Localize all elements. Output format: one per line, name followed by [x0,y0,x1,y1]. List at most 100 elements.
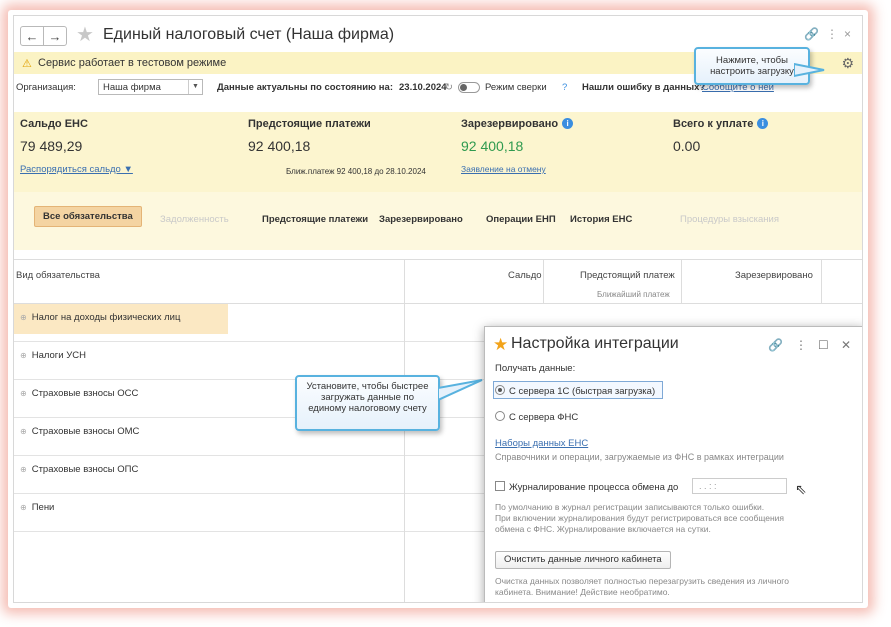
logging-hint-1: По умолчанию в журнал регистрации записы… [495,502,765,512]
callout-arrow [438,379,483,402]
tab-all-obligations[interactable]: Все обязательства [34,206,142,227]
link-icon[interactable]: 🔗 [768,338,783,352]
close-icon[interactable]: × [844,27,851,41]
gear-callout: Нажмите, чтобы настроить загрузку [694,47,810,85]
row-label: Страховые взносы ОМС [31,426,140,437]
table-header: Вид обязательства Сальдо Предстоящий пла… [14,259,862,304]
col-upcoming[interactable]: Предстоящий платеж [580,270,675,281]
upcoming-block: Предстоящие платежи 92 400,18 Ближ.плате… [248,118,426,177]
more-icon[interactable]: ⋮ [795,338,807,352]
radio-icon[interactable] [495,411,505,421]
arrow-left-icon: ← [25,28,39,44]
upcoming-note: Ближ.платеж 92 400,18 до 28.10.2024 [286,167,426,176]
logging-label: Журналирование процесса обмена до [509,482,679,493]
star-icon[interactable]: ★ [493,335,508,355]
test-mode-text: Сервис работает в тестовом режиме [38,57,227,69]
org-label: Организация: [16,82,76,93]
close-icon[interactable]: ✕ [841,338,851,352]
tabs-bar: Все обязательства Задолженность Предстоя… [14,192,862,250]
total-value: 0.00 [673,138,701,154]
tab-enp-operations[interactable]: Операции ЕНП [486,210,556,229]
reserved-title: Зарезервировано [461,118,559,130]
maximize-icon[interactable]: ☐ [818,338,829,352]
expand-icon[interactable]: ⊕ [20,427,27,436]
server-callout: Установите, чтобы быстрее загружать данн… [295,375,440,431]
link-icon[interactable]: 🔗 [804,27,819,41]
col-obligation-type[interactable]: Вид обязательства [16,270,100,281]
org-select[interactable]: Наша фирма ▼ [98,79,203,95]
radio-selected-icon[interactable] [495,385,505,395]
clear-cabinet-button[interactable]: Очистить данные личного кабинета [495,551,671,569]
warning-icon: ⚠ [22,58,32,70]
more-icon[interactable]: ⋮ [826,27,838,41]
data-actual-label: Данные актуальны по состоянию на: [217,82,393,93]
error-text: Нашли ошибку в данных? [582,82,706,93]
tab-reserved[interactable]: Зарезервировано [379,210,463,229]
row-label: Налоги УСН [31,350,86,361]
row-label: Налог на доходы физических лиц [31,312,181,323]
col-balance[interactable]: Сальдо [508,270,542,281]
upcoming-value: 92 400,18 [248,138,311,154]
integration-settings-dialog: ★ Настройка интеграции 🔗 ⋮ ☐ ✕ Получать … [484,326,862,602]
summary-panel: Сальдо ЕНС 79 489,29 Распорядиться сальд… [14,112,862,192]
back-button[interactable]: ← [20,26,44,46]
data-actual-date: 23.10.2024 [399,82,447,93]
expand-icon[interactable]: ⊕ [20,351,27,360]
info-icon[interactable]: i [757,118,769,129]
logging-hint-3: обмена с ФНС. Журналирование включается … [495,524,711,534]
upcoming-title: Предстоящие платежи [248,118,371,130]
help-icon[interactable]: ? [562,82,567,93]
row-label: Страховые взносы ОПС [31,464,139,475]
option-fns-label: С сервера ФНС [509,412,579,423]
tab-upcoming-payments[interactable]: Предстоящие платежи [262,210,368,229]
reserved-value: 92 400,18 [461,138,524,154]
row-label: Страховые взносы ОСС [31,388,139,399]
refresh-icon[interactable]: ↻ [445,82,453,93]
logging-option[interactable]: Журналирование процесса обмена до [495,481,678,493]
arrow-right-icon: → [48,28,62,44]
reconciliation-label: Режим сверки [485,82,547,93]
tab-collection-procedures: Процедуры взыскания [680,214,779,225]
balance-block: Сальдо ЕНС 79 489,29 Распорядиться сальд… [20,118,133,175]
datasets-link[interactable]: Наборы данных ЕНС [495,438,588,449]
reserved-block: Зарезервировано i 92 400,18 Заявление на … [461,118,574,175]
main-window: ← → ★ Единый налоговый счет (Наша фирма)… [13,15,863,603]
dialog-title: Настройка интеграции [511,335,679,352]
gear-callout-text: Нажмите, чтобы настроить загрузку [710,55,794,77]
cancel-application-link[interactable]: Заявление на отмену [461,164,546,174]
total-block: Всего к уплате i 0.00 [673,118,769,154]
server-callout-text: Установите, чтобы быстрее загружать данн… [306,381,429,414]
gear-icon[interactable]: ⚙ [841,55,854,72]
mouse-cursor-icon: ⇖ [795,481,807,497]
expand-icon[interactable]: ⊕ [20,389,27,398]
org-select-value: Наша фирма [103,82,161,93]
clear-hint-1: Очистка данных позволяет полностью перез… [495,576,789,586]
checkbox-icon[interactable] [495,481,505,491]
expand-icon[interactable]: ⊕ [20,465,27,474]
col-upcoming-sub: Ближайший платеж [597,290,670,299]
logging-datetime-input[interactable]: . . : : [692,478,787,494]
tab-ens-history[interactable]: История ЕНС [570,210,632,229]
tab-debt: Задолженность [160,214,229,225]
option-1c-label: С сервера 1С (быстрая загрузка) [509,386,656,397]
receive-label: Получать данные: [495,363,576,374]
expand-icon[interactable]: ⊕ [20,503,27,512]
logging-hint-2: При включении журналирования будут регис… [495,513,785,523]
clear-hint-2: кабинета. Внимание! Действие необратимо. [495,587,670,597]
info-icon[interactable]: i [562,118,574,129]
balance-action-link[interactable]: Распорядиться сальдо ▼ [20,164,133,175]
forward-button[interactable]: → [43,26,67,46]
expand-icon[interactable]: ⊕ [20,313,27,322]
datasets-desc: Справочники и операции, загружаемые из Ф… [495,452,784,462]
col-reserved[interactable]: Зарезервировано [735,270,813,281]
callout-arrow [794,62,825,78]
total-title: Всего к уплате [673,118,754,130]
option-fns-server[interactable]: С сервера ФНС [495,411,578,423]
window-title: Единый налоговый счет (Наша фирма) [103,26,395,43]
balance-value: 79 489,29 [20,138,83,154]
option-1c-server[interactable]: С сервера 1С (быстрая загрузка) [495,385,655,397]
chevron-down-icon: ▼ [188,80,202,94]
reconciliation-toggle[interactable] [458,82,480,93]
row-label: Пени [31,502,55,513]
star-icon[interactable]: ★ [76,24,94,46]
